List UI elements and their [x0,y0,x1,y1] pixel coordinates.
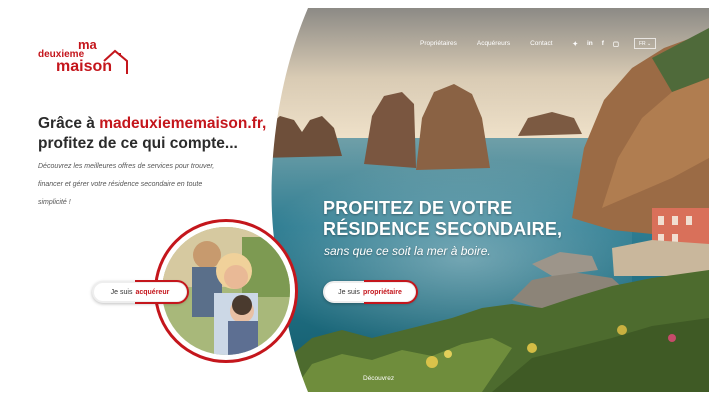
owner-button[interactable]: Je suis propriétaire [323,280,418,304]
twitter-icon[interactable]: ✦ [573,40,578,48]
nav-link-contact[interactable]: Contact [530,40,552,47]
headline-prefix: Grâce à [38,115,100,132]
site-logo[interactable]: ma deuxieme maison [38,38,138,76]
house-roof-icon [103,49,128,74]
top-nav: Propriétaires Acquéreurs Contact ✦ in f … [420,38,657,49]
page-frame: ma deuxieme maison Grâce à madeuxiememai… [12,8,709,392]
nav-link-acquereurs[interactable]: Acquéreurs [477,40,510,47]
discover-link[interactable]: Découvrez [363,375,394,382]
hero-title-line1: PROFITEZ DE VOTRE [323,198,513,218]
headline-rest: profitez de ce qui compte... [38,135,238,152]
owner-button-prefix: Je suis [338,288,360,296]
intro-text: Découvrez les meilleures offres de servi… [38,163,215,206]
hero-title-line2: RÉSIDENCE SECONDAIRE, [323,219,563,239]
linkedin-icon[interactable]: in [587,40,593,47]
buyer-button-prefix: Je suis [110,288,133,296]
owner-button-label: propriétaire [362,288,402,296]
buyer-button[interactable]: Je suis acquéreur [92,280,189,304]
hero-subtitle: sans que ce soit la mer à boire. [324,244,491,258]
page-headline: Grâce à madeuxiememaison.fr, profitez de… [38,114,288,154]
instagram-icon[interactable]: ▢ [613,40,619,48]
hero-title: PROFITEZ DE VOTRE RÉSIDENCE SECONDAIRE, [323,198,562,240]
headline-brand: madeuxiememaison.fr, [99,115,267,132]
buyer-button-label: acquéreur [135,288,170,296]
language-select[interactable]: FR ⌄ [634,38,657,49]
facebook-icon[interactable]: f [602,40,604,47]
nav-link-proprietaires[interactable]: Propriétaires [420,40,457,47]
